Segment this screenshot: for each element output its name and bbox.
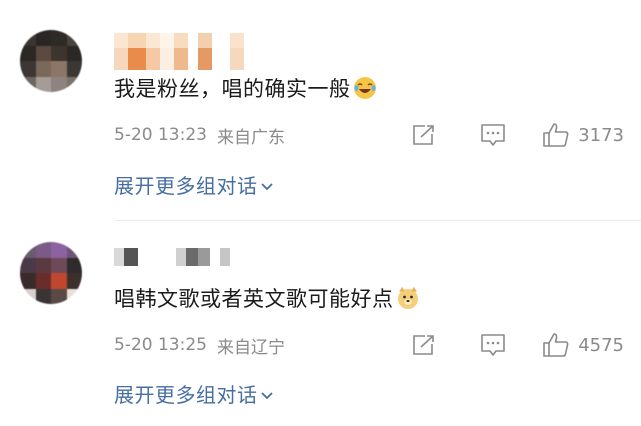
- thumbs-up-icon: [542, 122, 570, 148]
- like-count: 4575: [578, 334, 624, 356]
- expand-replies-label: 展开更多组对话: [114, 174, 258, 198]
- share-icon[interactable]: [412, 334, 436, 356]
- expand-replies-label: 展开更多组对话: [114, 383, 258, 407]
- comment-text: 我是粉丝，唱的确实一般: [114, 73, 377, 103]
- comment-meta: 5-20 13:25 来自辽宁 4575: [114, 330, 624, 360]
- comment-time: 5-20 13:25: [114, 335, 207, 355]
- share-icon[interactable]: [412, 124, 436, 146]
- like-count: 3173: [578, 124, 624, 146]
- comment-icon[interactable]: [480, 123, 506, 147]
- comment-icon[interactable]: [480, 333, 506, 357]
- comment-text: 唱韩文歌或者英文歌可能好点: [114, 283, 420, 313]
- divider: [114, 220, 641, 221]
- comment-text-label: 唱韩文歌或者英文歌可能好点: [114, 287, 394, 311]
- laughing-crying-emoji-icon: [353, 76, 377, 100]
- comment-text-label: 我是粉丝，唱的确实一般: [114, 77, 351, 101]
- comment-location: 来自广东: [216, 127, 285, 148]
- comment-actions: 3173: [412, 120, 624, 150]
- expand-replies-link[interactable]: 展开更多组对话: [114, 170, 274, 199]
- username-mosaic-row2: [114, 48, 244, 70]
- avatar[interactable]: [20, 242, 82, 304]
- comment-actions: 4575: [412, 330, 624, 360]
- like-button[interactable]: 4575: [542, 332, 624, 358]
- username-mosaic[interactable]: [114, 248, 230, 266]
- comment-time: 5-20 13:23: [114, 125, 207, 145]
- comment-location: 来自辽宁: [216, 337, 285, 358]
- avatar[interactable]: [20, 30, 82, 92]
- doge-emoji-icon: [396, 286, 420, 310]
- expand-replies-link[interactable]: 展开更多组对话: [114, 379, 274, 408]
- chevron-down-icon: [260, 382, 274, 406]
- comment-meta: 5-20 13:23 来自广东 3173: [114, 120, 624, 150]
- chevron-down-icon: [260, 173, 274, 197]
- like-button[interactable]: 3173: [542, 122, 624, 148]
- thumbs-up-icon: [542, 332, 570, 358]
